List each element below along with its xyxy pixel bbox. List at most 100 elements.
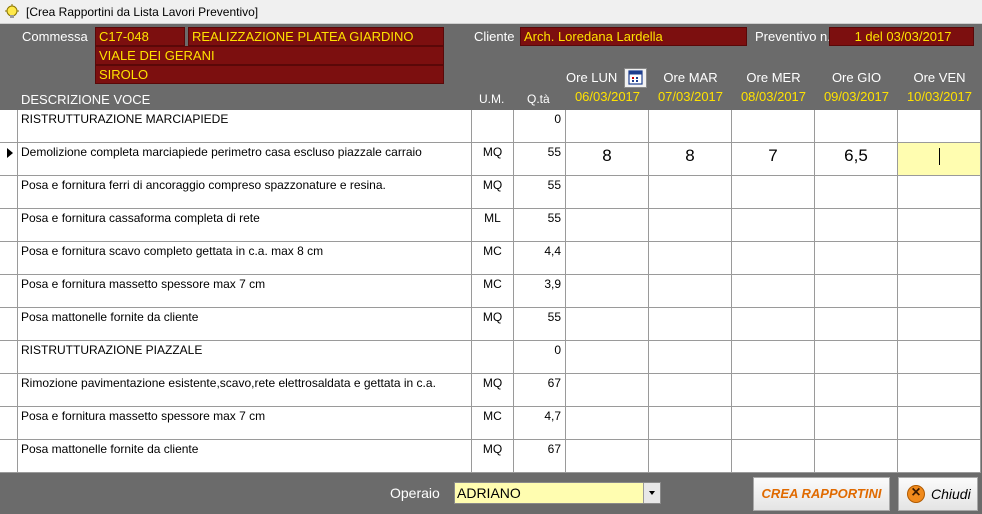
cell-hours[interactable] — [815, 110, 898, 143]
table-row[interactable]: Rimozione pavimentazione esistente,scavo… — [0, 374, 982, 407]
cell-hours[interactable] — [649, 440, 732, 473]
cell-qta[interactable]: 4,7 — [514, 407, 566, 440]
cell-hours[interactable] — [649, 308, 732, 341]
cell-descrizione[interactable]: Posa mattonelle fornite da cliente — [18, 440, 472, 473]
row-indicator[interactable] — [0, 209, 18, 242]
cell-hours[interactable] — [732, 407, 815, 440]
cell-hours[interactable] — [566, 308, 649, 341]
cell-hours[interactable] — [815, 209, 898, 242]
cell-hours[interactable] — [815, 440, 898, 473]
cell-hours[interactable] — [898, 440, 981, 473]
cell-qta[interactable]: 55 — [514, 308, 566, 341]
cell-hours[interactable] — [566, 440, 649, 473]
cell-hours[interactable] — [898, 407, 981, 440]
cell-um[interactable]: MC — [472, 275, 514, 308]
cell-hours[interactable] — [566, 110, 649, 143]
cell-hours[interactable] — [898, 209, 981, 242]
cell-hours[interactable] — [732, 110, 815, 143]
cell-hours[interactable] — [566, 176, 649, 209]
cell-qta[interactable]: 0 — [514, 341, 566, 374]
cell-hours[interactable] — [732, 341, 815, 374]
cell-descrizione[interactable]: RISTRUTTURAZIONE MARCIAPIEDE — [18, 110, 472, 143]
cell-hours[interactable] — [898, 242, 981, 275]
cell-hours[interactable] — [898, 176, 981, 209]
cell-hours[interactable]: 7 — [732, 143, 815, 176]
table-row[interactable]: Posa e fornitura massetto spessore max 7… — [0, 275, 982, 308]
cell-descrizione[interactable]: Posa mattonelle fornite da cliente — [18, 308, 472, 341]
cell-descrizione[interactable]: Posa e fornitura massetto spessore max 7… — [18, 407, 472, 440]
cell-hours[interactable] — [649, 176, 732, 209]
cell-hours[interactable] — [815, 374, 898, 407]
cell-hours[interactable] — [732, 374, 815, 407]
cell-hours[interactable] — [649, 407, 732, 440]
table-row[interactable]: RISTRUTTURAZIONE MARCIAPIEDE 0 — [0, 110, 982, 143]
cell-hours[interactable] — [898, 110, 981, 143]
row-indicator[interactable] — [0, 440, 18, 473]
cell-um[interactable]: MQ — [472, 143, 514, 176]
cell-hours[interactable] — [649, 110, 732, 143]
cell-hours[interactable] — [815, 176, 898, 209]
cell-um[interactable]: MC — [472, 242, 514, 275]
cell-hours[interactable] — [898, 143, 981, 176]
table-row[interactable]: Posa e fornitura cassaforma completa di … — [0, 209, 982, 242]
cell-hours[interactable] — [566, 374, 649, 407]
table-row[interactable]: Posa e fornitura ferri di ancoraggio com… — [0, 176, 982, 209]
cell-um[interactable]: MQ — [472, 440, 514, 473]
row-indicator[interactable] — [0, 341, 18, 374]
calendar-button[interactable] — [624, 68, 647, 88]
row-indicator[interactable] — [0, 143, 18, 176]
cell-hours[interactable] — [815, 275, 898, 308]
cell-um[interactable]: MC — [472, 407, 514, 440]
cell-qta[interactable]: 55 — [514, 143, 566, 176]
table-row[interactable]: Posa mattonelle fornite da cliente MQ 67 — [0, 440, 982, 473]
cell-hours[interactable] — [649, 341, 732, 374]
cell-descrizione[interactable]: Posa e fornitura massetto spessore max 7… — [18, 275, 472, 308]
cell-um[interactable]: MQ — [472, 176, 514, 209]
cell-hours[interactable] — [732, 275, 815, 308]
cell-hours[interactable] — [566, 341, 649, 374]
table-row[interactable]: RISTRUTTURAZIONE PIAZZALE 0 — [0, 341, 982, 374]
cell-hours[interactable] — [566, 275, 649, 308]
cell-hours[interactable] — [732, 176, 815, 209]
cell-hours[interactable] — [815, 308, 898, 341]
table-row[interactable]: Posa e fornitura massetto spessore max 7… — [0, 407, 982, 440]
row-indicator[interactable] — [0, 407, 18, 440]
cell-hours[interactable]: 8 — [566, 143, 649, 176]
cell-hours[interactable] — [732, 209, 815, 242]
cell-qta[interactable]: 55 — [514, 209, 566, 242]
cell-qta[interactable]: 3,9 — [514, 275, 566, 308]
cell-hours[interactable] — [649, 242, 732, 275]
cell-hours[interactable] — [898, 374, 981, 407]
cell-um[interactable]: MQ — [472, 308, 514, 341]
cell-hours[interactable] — [732, 308, 815, 341]
cell-hours[interactable] — [898, 341, 981, 374]
row-indicator[interactable] — [0, 176, 18, 209]
row-indicator[interactable] — [0, 308, 18, 341]
cell-hours[interactable] — [732, 242, 815, 275]
cell-descrizione[interactable]: Posa e fornitura ferri di ancoraggio com… — [18, 176, 472, 209]
cell-hours[interactable] — [815, 407, 898, 440]
cell-hours[interactable] — [815, 341, 898, 374]
cell-qta[interactable]: 0 — [514, 110, 566, 143]
row-indicator[interactable] — [0, 110, 18, 143]
cell-descrizione[interactable]: Posa e fornitura scavo completo gettata … — [18, 242, 472, 275]
table-row[interactable]: Posa mattonelle fornite da cliente MQ 55 — [0, 308, 982, 341]
cell-hours[interactable] — [649, 275, 732, 308]
cell-um[interactable]: MQ — [472, 374, 514, 407]
table-row[interactable]: Demolizione completa marciapiede perimet… — [0, 143, 982, 176]
cell-um[interactable]: ML — [472, 209, 514, 242]
cell-qta[interactable]: 67 — [514, 374, 566, 407]
cell-hours[interactable] — [649, 209, 732, 242]
chevron-down-icon[interactable] — [643, 483, 660, 503]
cell-hours[interactable] — [566, 407, 649, 440]
row-indicator[interactable] — [0, 242, 18, 275]
cell-descrizione[interactable]: Posa e fornitura cassaforma completa di … — [18, 209, 472, 242]
cell-descrizione[interactable]: Demolizione completa marciapiede perimet… — [18, 143, 472, 176]
cell-um[interactable] — [472, 110, 514, 143]
cell-hours[interactable]: 6,5 — [815, 143, 898, 176]
chiudi-button[interactable]: Chiudi — [898, 477, 978, 511]
crea-rapportini-button[interactable]: CREA RAPPORTINI — [753, 477, 890, 511]
cell-hours[interactable] — [732, 440, 815, 473]
cell-um[interactable] — [472, 341, 514, 374]
row-indicator[interactable] — [0, 374, 18, 407]
